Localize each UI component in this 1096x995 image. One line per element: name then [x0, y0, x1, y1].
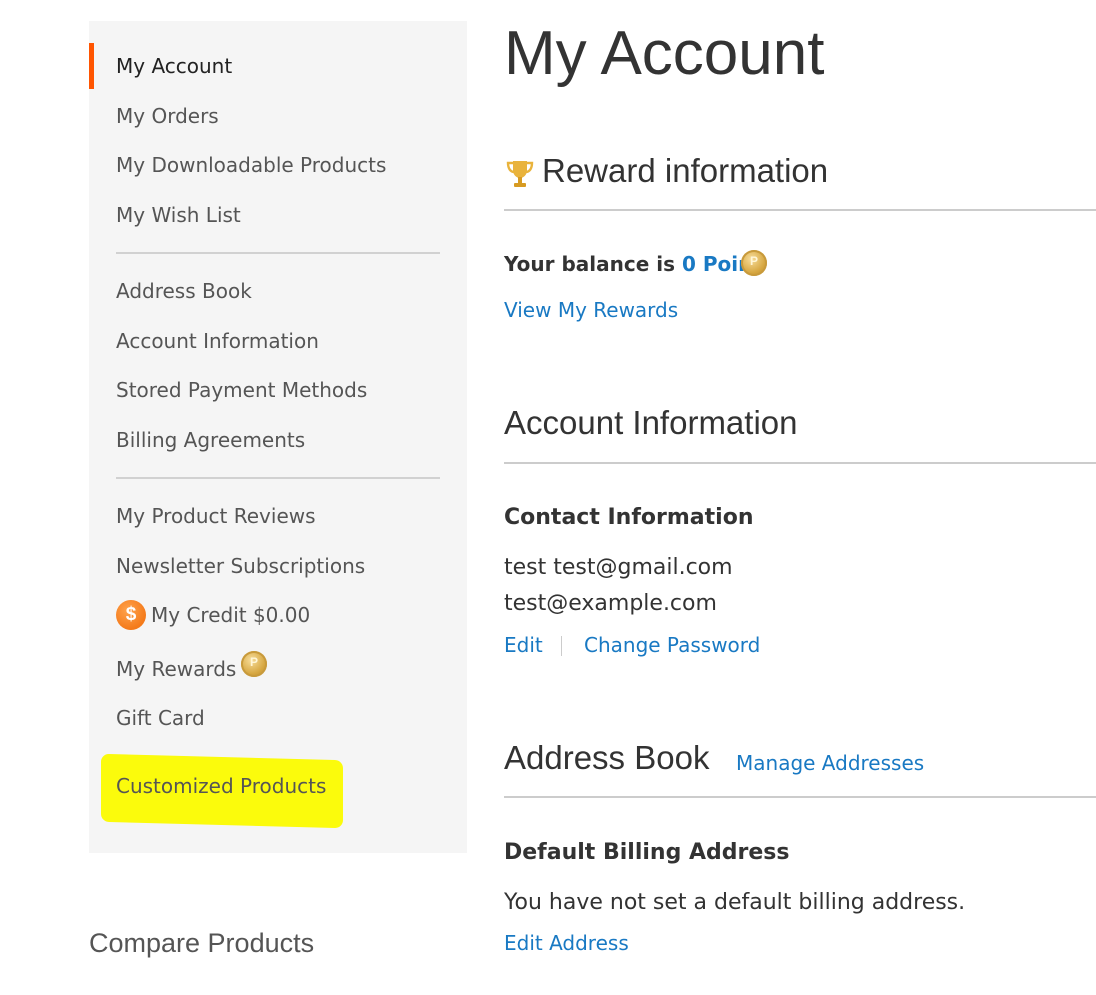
- manage-addresses-link[interactable]: Manage Addresses: [736, 751, 924, 775]
- balance-line: Your balance is 0 Point: [504, 252, 762, 276]
- reward-coin-icon: P: [241, 651, 267, 677]
- nav-billing-agreements[interactable]: Billing Agreements: [116, 427, 305, 453]
- nav-my-product-reviews[interactable]: My Product Reviews: [116, 503, 316, 529]
- nav-newsletter-subscriptions[interactable]: Newsletter Subscriptions: [116, 553, 365, 579]
- section-divider: [504, 796, 1096, 798]
- edit-contact-link[interactable]: Edit: [504, 633, 543, 657]
- page-title: My Account: [504, 19, 825, 88]
- section-divider: [504, 209, 1096, 211]
- coin-letter: P: [749, 254, 758, 268]
- nav-my-credit[interactable]: My Credit $0.00: [151, 602, 310, 628]
- nav-customized-products[interactable]: Customized Products: [116, 773, 326, 799]
- reward-section-title: Reward information: [542, 152, 829, 189]
- compare-products-title: Compare Products: [89, 928, 315, 958]
- nav-address-book[interactable]: Address Book: [116, 278, 252, 304]
- nav-my-account[interactable]: My Account: [116, 53, 232, 79]
- balance-label: Your balance is: [504, 252, 675, 276]
- section-divider: [504, 462, 1096, 464]
- nav-stored-payment-methods[interactable]: Stored Payment Methods: [116, 377, 367, 403]
- nav-my-downloadable-products[interactable]: My Downloadable Products: [116, 152, 386, 178]
- edit-address-link[interactable]: Edit Address: [504, 931, 629, 955]
- contact-information-title: Contact Information: [504, 505, 754, 530]
- contact-name: test test@gmail.com: [504, 555, 733, 580]
- nav-my-wish-list[interactable]: My Wish List: [116, 202, 241, 228]
- nav-divider: [116, 477, 440, 479]
- trophy-icon: [506, 161, 534, 187]
- nav-divider: [116, 252, 440, 254]
- credit-icon: $: [116, 600, 146, 630]
- address-section-title: Address Book: [504, 739, 710, 776]
- current-item-indicator: [89, 43, 94, 89]
- nav-account-information[interactable]: Account Information: [116, 328, 319, 354]
- nav-my-orders[interactable]: My Orders: [116, 103, 219, 129]
- reward-coin-icon: P: [741, 250, 767, 276]
- account-sidebar: My Account My Orders My Downloadable Pro…: [89, 21, 467, 853]
- view-my-rewards-link[interactable]: View My Rewards: [504, 298, 678, 322]
- contact-email: test@example.com: [504, 591, 717, 616]
- nav-gift-card[interactable]: Gift Card: [116, 705, 205, 731]
- nav-my-rewards[interactable]: My Rewards: [116, 656, 236, 682]
- link-separator: [561, 636, 562, 656]
- coin-letter: P: [249, 655, 258, 669]
- default-billing-text: You have not set a default billing addre…: [504, 890, 966, 915]
- change-password-link[interactable]: Change Password: [584, 633, 760, 657]
- default-billing-title: Default Billing Address: [504, 840, 790, 865]
- account-section-title: Account Information: [504, 404, 798, 441]
